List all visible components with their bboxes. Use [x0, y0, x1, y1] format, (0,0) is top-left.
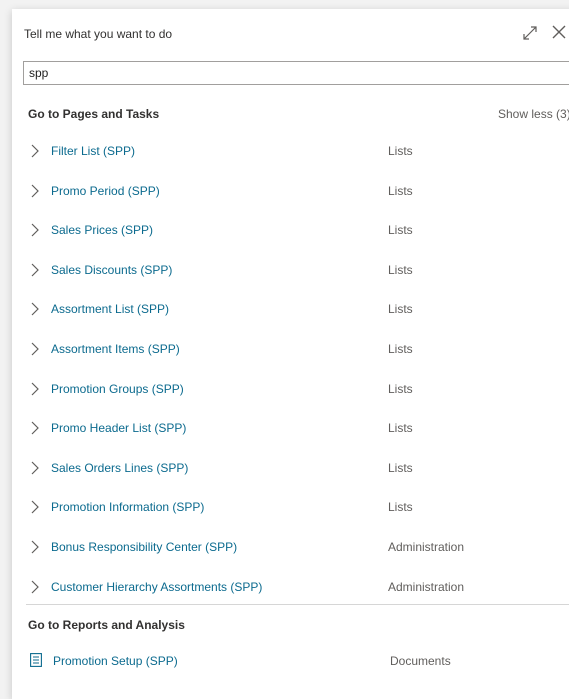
chevron-right-icon: [31, 263, 39, 277]
tell-me-panel: Tell me what you want to do Go to Pages …: [12, 9, 569, 699]
page-item-label: Filter List (SPP): [51, 144, 136, 158]
page-item[interactable]: Filter List (SPP) Lists: [12, 133, 569, 169]
pages-section-heading: Go to Pages and Tasks: [28, 107, 160, 121]
chevron-right-icon: [31, 223, 39, 237]
page-item[interactable]: Promo Header List (SPP) Lists: [12, 410, 569, 446]
page-item-category: Administration: [388, 540, 465, 554]
page-item[interactable]: Promotion Groups (SPP) Lists: [12, 371, 569, 407]
panel-header: Tell me what you want to do: [12, 9, 569, 57]
page-item-category: Lists: [388, 183, 413, 198]
page-item[interactable]: Bonus Responsibility Center (SPP) Adminis…: [12, 529, 569, 565]
page-item-label: Promotion Information (SPP): [51, 500, 205, 515]
panel-title: Tell me what you want to do: [24, 27, 173, 41]
page-item[interactable]: Assortment Items (SPP) Lists: [12, 331, 569, 367]
page-item[interactable]: Sales Discounts (SPP) Lists: [12, 252, 569, 288]
chevron-right-icon: [31, 461, 39, 475]
page-item-category: Lists: [388, 500, 413, 515]
page-item-category: Lists: [388, 223, 413, 238]
page-item-label: Sales Prices (SPP): [51, 223, 154, 238]
page-item-category: Lists: [388, 421, 413, 436]
page-item-label: Sales Orders Lines (SPP): [51, 460, 189, 475]
page-item-category: Lists: [388, 302, 413, 317]
page-item[interactable]: Customer Hierarchy Assortments (SPP) Admi…: [12, 569, 569, 605]
page-item-label: Promo Header List (SPP): [51, 421, 187, 436]
page-item[interactable]: Assortment List (SPP) Lists: [12, 291, 569, 327]
page-item-label: Assortment List (SPP): [51, 302, 170, 317]
page-item-label: Sales Discounts (SPP): [51, 262, 173, 277]
reports-section-heading: Go to Reports and Analysis: [28, 618, 185, 632]
page-item-category: Lists: [388, 381, 413, 396]
page-item-label: Promo Period (SPP): [51, 183, 160, 198]
page-item-category: Lists: [388, 342, 413, 356]
page-item-category: Lists: [388, 460, 413, 475]
page-item[interactable]: Promotion Information (SPP) Lists: [12, 489, 569, 525]
page-item-label: Promotion Groups (SPP): [51, 381, 184, 396]
chevron-right-icon: [31, 580, 39, 594]
chevron-right-icon: [31, 144, 39, 158]
report-item-category: Documents: [390, 654, 451, 668]
page-item[interactable]: Promo Period (SPP) Lists: [12, 173, 569, 209]
page-item-category: Lists: [388, 262, 413, 277]
show-less-link[interactable]: Show less (3): [498, 107, 569, 121]
expand-icon[interactable]: [522, 25, 538, 41]
section-divider: [26, 604, 569, 605]
page-item-category: Administration: [388, 579, 465, 594]
chevron-right-icon: [31, 184, 39, 198]
page-item-label: Assortment Items (SPP): [51, 342, 180, 356]
page-item[interactable]: Sales Orders Lines (SPP) Lists: [12, 450, 569, 486]
page-item[interactable]: Sales Prices (SPP) Lists: [12, 212, 569, 248]
document-icon: [30, 653, 42, 667]
chevron-right-icon: [31, 382, 39, 396]
search-input[interactable]: [23, 61, 569, 85]
close-icon[interactable]: [550, 23, 568, 41]
chevron-right-icon: [31, 421, 39, 435]
page-item-label: Customer Hierarchy Assortments (SPP): [51, 579, 263, 594]
chevron-right-icon: [31, 540, 39, 554]
page-item-category: Lists: [388, 144, 413, 158]
report-item-label: Promotion Setup (SPP): [53, 654, 178, 668]
chevron-right-icon: [31, 342, 39, 356]
report-item-promotion-setup[interactable]: Promotion Setup (SPP) Documents: [12, 643, 569, 679]
chevron-right-icon: [31, 302, 39, 316]
page-item-label: Bonus Responsibility Center (SPP): [51, 540, 238, 554]
chevron-right-icon: [31, 500, 39, 514]
